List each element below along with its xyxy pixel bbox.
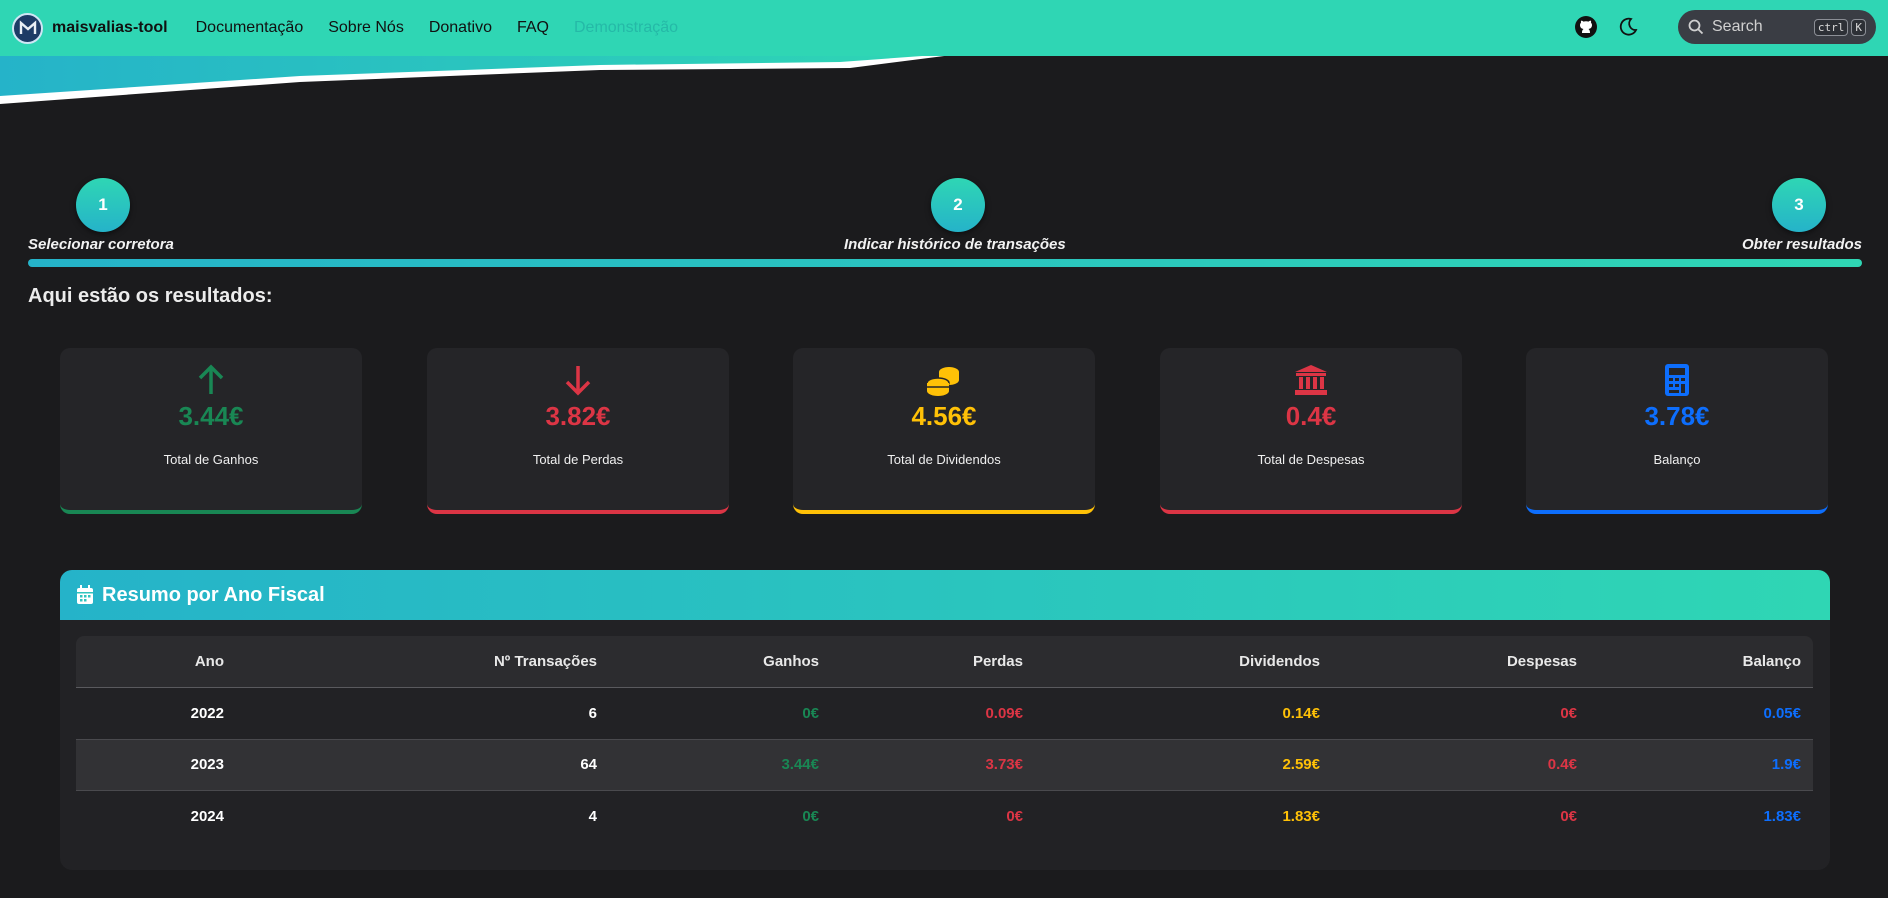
cell-ganhos: 0€ (609, 687, 831, 740)
cell-balanco: 0.05€ (1589, 687, 1813, 740)
step-1-label: Selecionar corretora (28, 236, 174, 253)
header-wave (0, 54, 960, 104)
coins-icon (926, 362, 962, 398)
col-despesas: Despesas (1332, 636, 1589, 688)
kbd-ctrl: ctrl (1813, 18, 1849, 36)
nav-link-documentacao[interactable]: Documentação (196, 19, 304, 37)
arrow-up-icon (197, 362, 225, 398)
cell-dividendos: 2.59€ (1035, 739, 1332, 791)
card-label: Total de Despesas (1257, 452, 1365, 467)
brand[interactable]: maisvalias-tool (12, 12, 168, 44)
col-n-transacoes: Nº Transações (236, 636, 609, 688)
card-label: Total de Dividendos (887, 452, 1001, 467)
cell-ano: 2024 (190, 808, 224, 825)
col-ano: Ano (76, 636, 236, 688)
cell-perdas: 0.09€ (831, 687, 1035, 740)
summary-header: Resumo por Ano Fiscal (60, 570, 1830, 620)
nav-link-demonstracao[interactable]: Demonstração (574, 19, 678, 37)
col-ganhos: Ganhos (609, 636, 831, 688)
card-value: 0.4€ (1285, 401, 1337, 431)
card-label: Balanço (1653, 452, 1701, 467)
cell-ganhos: 3.44€ (609, 739, 831, 791)
cell-balanco: 1.83€ (1763, 808, 1801, 825)
col-balanco: Balanço (1589, 636, 1813, 688)
card-total-dividendos: 4.56€ Total de Dividendos (793, 348, 1095, 514)
card-value: 3.44€ (178, 401, 244, 431)
table-header-row: Ano Nº Transações Ganhos Perdas Dividend… (76, 636, 1813, 688)
card-total-ganhos: 3.44€ Total de Ganhos (60, 348, 362, 514)
cell-despesas: 0.4€ (1332, 739, 1589, 791)
table-row: 2023 64 3.44€ 3.73€ 2.59€ 0.4€ 1.9€ (76, 739, 1813, 791)
step-2-label: Indicar histórico de transações (844, 236, 1066, 253)
arrow-down-icon (564, 362, 592, 398)
card-balanco: 3.78€ Balanço (1526, 348, 1828, 514)
calculator-icon (1664, 362, 1690, 398)
cell-transacoes: 4 (588, 808, 597, 825)
cell-transacoes: 64 (236, 739, 609, 791)
navbar: maisvalias-tool Documentação Sobre Nós D… (0, 0, 1888, 56)
step-3-circle: 3 (1772, 178, 1826, 232)
card-value: 4.56€ (911, 401, 977, 431)
summary-table: Ano Nº Transações Ganhos Perdas Dividend… (76, 636, 1813, 842)
card-total-despesas: 0.4€ Total de Despesas (1160, 348, 1462, 514)
results-title: Aqui estão os resultados: (28, 285, 273, 307)
step-1-circle: 1 (76, 178, 130, 232)
step-3-label: Obter resultados (1741, 236, 1862, 253)
cell-despesas: 0€ (1332, 687, 1589, 740)
calendar-icon (77, 585, 93, 604)
logo-icon (12, 12, 43, 44)
search-placeholder: Search (1712, 18, 1763, 35)
card-total-perdas: 3.82€ Total de Perdas (427, 348, 729, 514)
search-icon (1688, 19, 1704, 35)
bank-icon (1294, 362, 1328, 398)
cell-transacoes: 6 (236, 687, 609, 740)
step-2-circle: 2 (931, 178, 985, 232)
cell-ano: 2022 (76, 687, 236, 740)
brand-name: maisvalias-tool (52, 19, 168, 36)
search-input[interactable]: Search ctrl K (1678, 10, 1876, 44)
cell-despesas: 0€ (1560, 808, 1577, 825)
card-value: 3.78€ (1644, 401, 1710, 431)
cell-dividendos: 1.83€ (1282, 808, 1320, 825)
col-perdas: Perdas (831, 636, 1035, 688)
summary-panel: Resumo por Ano Fiscal Ano Nº Transações … (60, 570, 1830, 870)
cell-dividendos: 0.14€ (1035, 687, 1332, 740)
card-label: Total de Perdas (532, 452, 624, 467)
progress-bar (28, 259, 1862, 267)
table-row: 2022 6 0€ 0.09€ 0.14€ 0€ 0.05€ (76, 687, 1813, 740)
nav-link-sobre-nos[interactable]: Sobre Nós (328, 19, 404, 37)
github-icon[interactable] (1572, 13, 1600, 41)
cell-perdas: 3.73€ (831, 739, 1035, 791)
cell-perdas: 0€ (1006, 808, 1023, 825)
card-value: 3.82€ (545, 401, 611, 431)
kbd-k: K (1851, 18, 1866, 36)
col-dividendos: Dividendos (1035, 636, 1332, 688)
cell-balanco: 1.9€ (1589, 739, 1813, 791)
summary-title: Resumo por Ano Fiscal (102, 583, 325, 606)
card-label: Total de Ganhos (163, 452, 259, 467)
table-row: 2024 4 0€ 0€ 1.83€ 0€ 1.83€ (76, 790, 1813, 842)
nav-link-faq[interactable]: FAQ (517, 19, 549, 37)
nav-link-donativo[interactable]: Donativo (429, 19, 492, 37)
cell-ano: 2023 (76, 739, 236, 791)
cell-ganhos: 0€ (802, 808, 819, 825)
moon-icon[interactable] (1614, 13, 1642, 41)
